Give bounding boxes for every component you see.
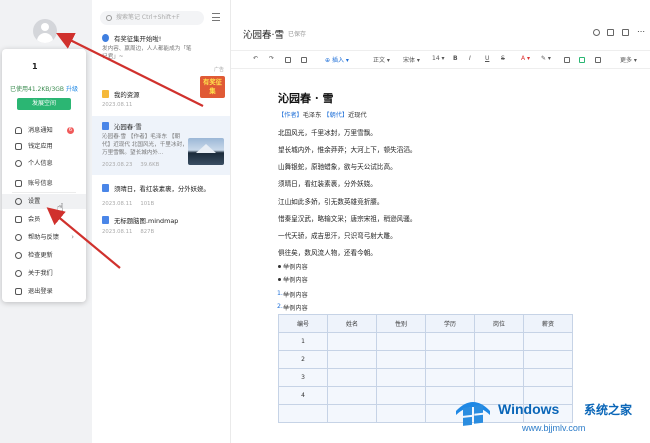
watermark-cn: 系统之家 <box>584 403 633 417</box>
annotation-arrows <box>46 32 204 269</box>
watermark-brand: Windows <box>498 401 560 417</box>
windows-logo-icon <box>456 402 490 426</box>
watermark: Windows 系统之家 www.bjjmlv.com <box>452 383 650 443</box>
watermark-url: www.bjjmlv.com <box>522 423 586 433</box>
app-window: 1 已使用41.2KB/3GB 升级 发展空间 消息通知 6 钱定应用 个人信息 <box>0 0 650 443</box>
arrow-to-settings <box>46 207 121 269</box>
arrow-to-avatar <box>56 32 204 107</box>
